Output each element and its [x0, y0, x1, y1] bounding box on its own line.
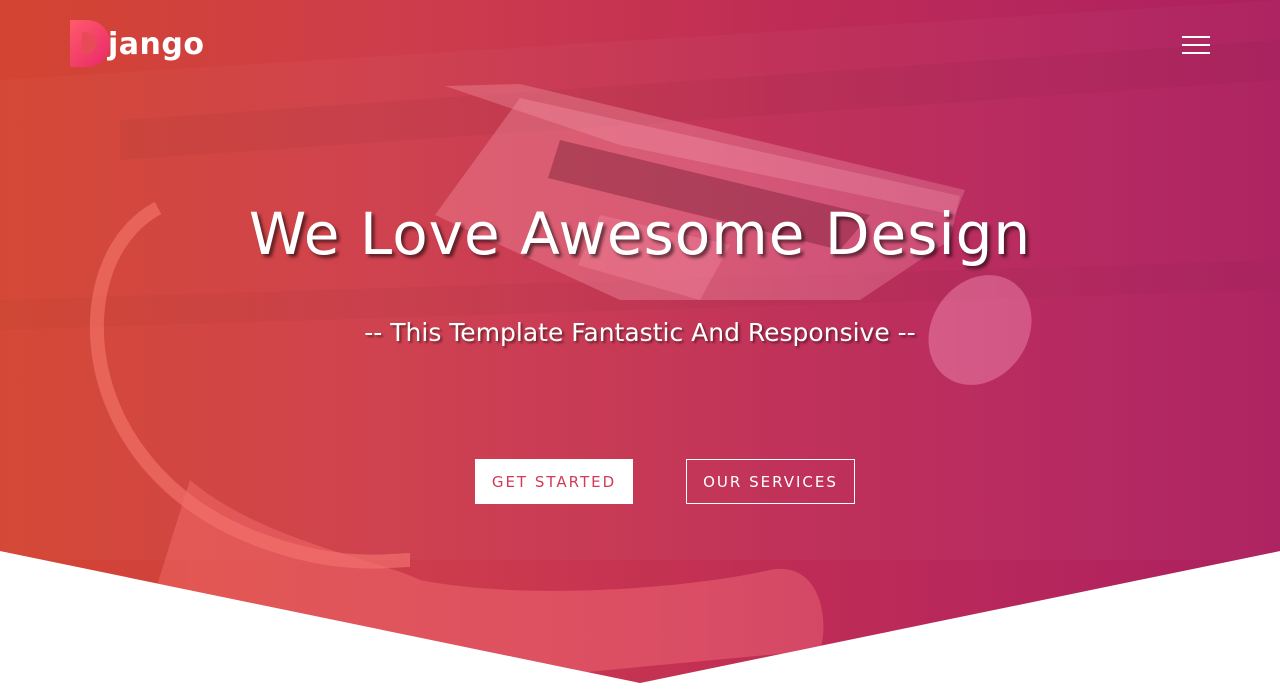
brand-name: jango: [108, 26, 205, 62]
get-started-button[interactable]: GET STARTED: [475, 459, 633, 504]
our-services-button[interactable]: OUR SERVICES: [686, 459, 855, 504]
hero-headline: We Love Awesome Design: [248, 200, 1032, 268]
brand-logo[interactable]: jango: [70, 18, 204, 68]
logo-d-icon: [70, 19, 110, 67]
hero-section: jango We Love Awesome Design -- This Tem…: [0, 0, 1280, 683]
hamburger-menu-icon[interactable]: [1180, 34, 1210, 56]
hero-background-photo: [0, 0, 1280, 683]
hero-subtitle: -- This Template Fantastic And Responsiv…: [364, 318, 916, 347]
